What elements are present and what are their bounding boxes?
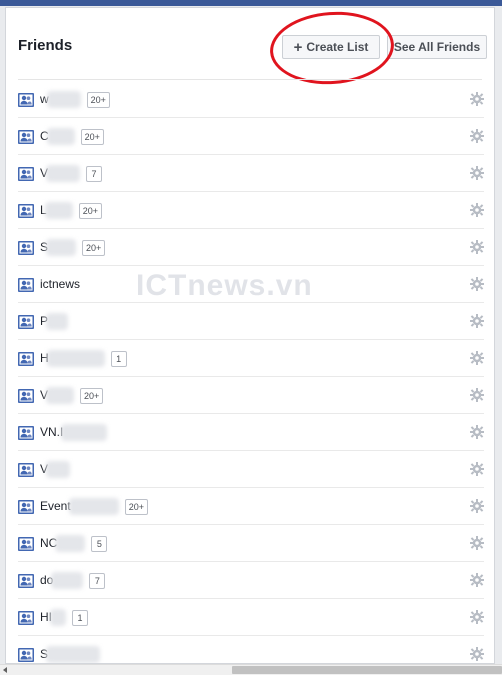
redacted-name-blur bbox=[46, 387, 75, 404]
horizontal-scrollbar[interactable] bbox=[0, 664, 502, 675]
scroll-left-arrow-icon[interactable] bbox=[3, 667, 7, 673]
gear-icon[interactable] bbox=[470, 573, 484, 587]
friend-list-row[interactable]: ictnews bbox=[18, 266, 484, 303]
see-all-friends-button[interactable]: See All Friends bbox=[387, 35, 487, 59]
see-all-label: See All Friends bbox=[393, 40, 481, 54]
scrollbar-thumb[interactable] bbox=[232, 666, 502, 674]
friend-list-row[interactable]: NC 5 bbox=[18, 525, 484, 562]
friend-list-row[interactable]: S 20+ bbox=[18, 229, 484, 266]
friends-list-icon bbox=[18, 241, 34, 255]
redacted-name-blur bbox=[46, 646, 101, 663]
friend-list-name[interactable]: VN.I bbox=[40, 425, 63, 439]
friend-list-row[interactable]: H1 bbox=[18, 340, 484, 377]
friend-list-row[interactable]: V7 bbox=[18, 155, 484, 192]
friends-list-icon bbox=[18, 130, 34, 144]
gear-icon[interactable] bbox=[470, 203, 484, 217]
member-count-badge: 20+ bbox=[80, 388, 104, 404]
redacted-name-blur bbox=[46, 350, 105, 367]
member-count-badge: 1 bbox=[72, 610, 88, 626]
friend-list-row[interactable]: V 20+ bbox=[18, 377, 484, 414]
gear-icon[interactable] bbox=[470, 166, 484, 180]
gear-icon[interactable] bbox=[470, 314, 484, 328]
friends-list-icon bbox=[18, 426, 34, 440]
redacted-name-blur bbox=[46, 239, 77, 256]
redacted-name-blur bbox=[55, 535, 86, 552]
friends-list-icon bbox=[18, 93, 34, 107]
gear-icon[interactable] bbox=[470, 92, 484, 106]
gear-icon[interactable] bbox=[470, 351, 484, 365]
friends-list-icon bbox=[18, 167, 34, 181]
create-list-button[interactable]: + Create List bbox=[282, 35, 380, 59]
gear-icon[interactable] bbox=[470, 240, 484, 254]
friend-list-row[interactable]: Event 20+ bbox=[18, 488, 484, 525]
friend-list-row[interactable]: C 20+ bbox=[18, 118, 484, 155]
friend-list-row[interactable]: do 7 bbox=[18, 562, 484, 599]
member-count-badge: 20+ bbox=[86, 92, 110, 108]
friends-list-icon bbox=[18, 463, 34, 477]
friend-list-row[interactable]: S bbox=[18, 636, 484, 663]
friend-list-row[interactable]: V bbox=[18, 451, 484, 488]
redacted-name-blur bbox=[44, 202, 73, 219]
friend-list-row[interactable]: HI 1 bbox=[18, 599, 484, 636]
friend-list-row[interactable]: L 20+ bbox=[18, 192, 484, 229]
gear-icon[interactable] bbox=[470, 388, 484, 402]
gear-icon[interactable] bbox=[470, 647, 484, 661]
page-title: Friends bbox=[18, 37, 73, 54]
member-count-badge: 20+ bbox=[82, 240, 106, 256]
redacted-name-blur bbox=[46, 313, 69, 330]
redacted-name-blur bbox=[46, 461, 71, 478]
friends-list-icon bbox=[18, 352, 34, 366]
friend-list-row[interactable]: w 20+ bbox=[18, 81, 484, 118]
friends-panel: Friends + Create List See All Friends w2… bbox=[5, 7, 495, 664]
redacted-name-blur bbox=[46, 165, 81, 182]
list-divider bbox=[18, 79, 482, 80]
member-count-badge: 7 bbox=[89, 573, 106, 589]
gear-icon[interactable] bbox=[470, 610, 484, 624]
friend-list-row[interactable]: P bbox=[18, 303, 484, 340]
member-count-badge: 1 bbox=[110, 351, 127, 367]
friends-list-icon bbox=[18, 574, 34, 588]
friend-list-row[interactable]: VN.I bbox=[18, 414, 484, 451]
top-navigation-bar bbox=[0, 0, 502, 6]
friends-list-icon bbox=[18, 389, 34, 403]
gear-icon[interactable] bbox=[470, 499, 484, 513]
friend-list-name[interactable]: ictnews bbox=[40, 277, 80, 291]
member-count-badge: 20+ bbox=[124, 499, 148, 515]
gear-icon[interactable] bbox=[470, 425, 484, 439]
gear-icon[interactable] bbox=[470, 536, 484, 550]
friends-list-icon bbox=[18, 537, 34, 551]
redacted-name-blur bbox=[50, 609, 66, 626]
gear-icon[interactable] bbox=[470, 277, 484, 291]
gear-icon[interactable] bbox=[470, 462, 484, 476]
plus-icon: + bbox=[293, 38, 303, 56]
member-count-badge: 5 bbox=[91, 536, 108, 552]
friend-list-name[interactable]: Event bbox=[40, 499, 71, 513]
friends-list-icon bbox=[18, 648, 34, 662]
redacted-name-blur bbox=[51, 572, 84, 589]
create-list-label: Create List bbox=[306, 40, 369, 54]
member-count-badge: 20+ bbox=[78, 203, 102, 219]
redacted-name-blur bbox=[68, 498, 119, 515]
redacted-name-blur bbox=[46, 91, 81, 108]
redacted-name-blur bbox=[46, 128, 75, 145]
friends-list-icon bbox=[18, 278, 34, 292]
friends-list-icon bbox=[18, 500, 34, 514]
gear-icon[interactable] bbox=[470, 129, 484, 143]
friends-list-icon bbox=[18, 315, 34, 329]
member-count-badge: 20+ bbox=[80, 129, 104, 145]
friends-list-icon bbox=[18, 611, 34, 625]
friends-list-icon bbox=[18, 204, 34, 218]
member-count-badge: 7 bbox=[86, 166, 103, 182]
redacted-name-blur bbox=[61, 424, 108, 441]
